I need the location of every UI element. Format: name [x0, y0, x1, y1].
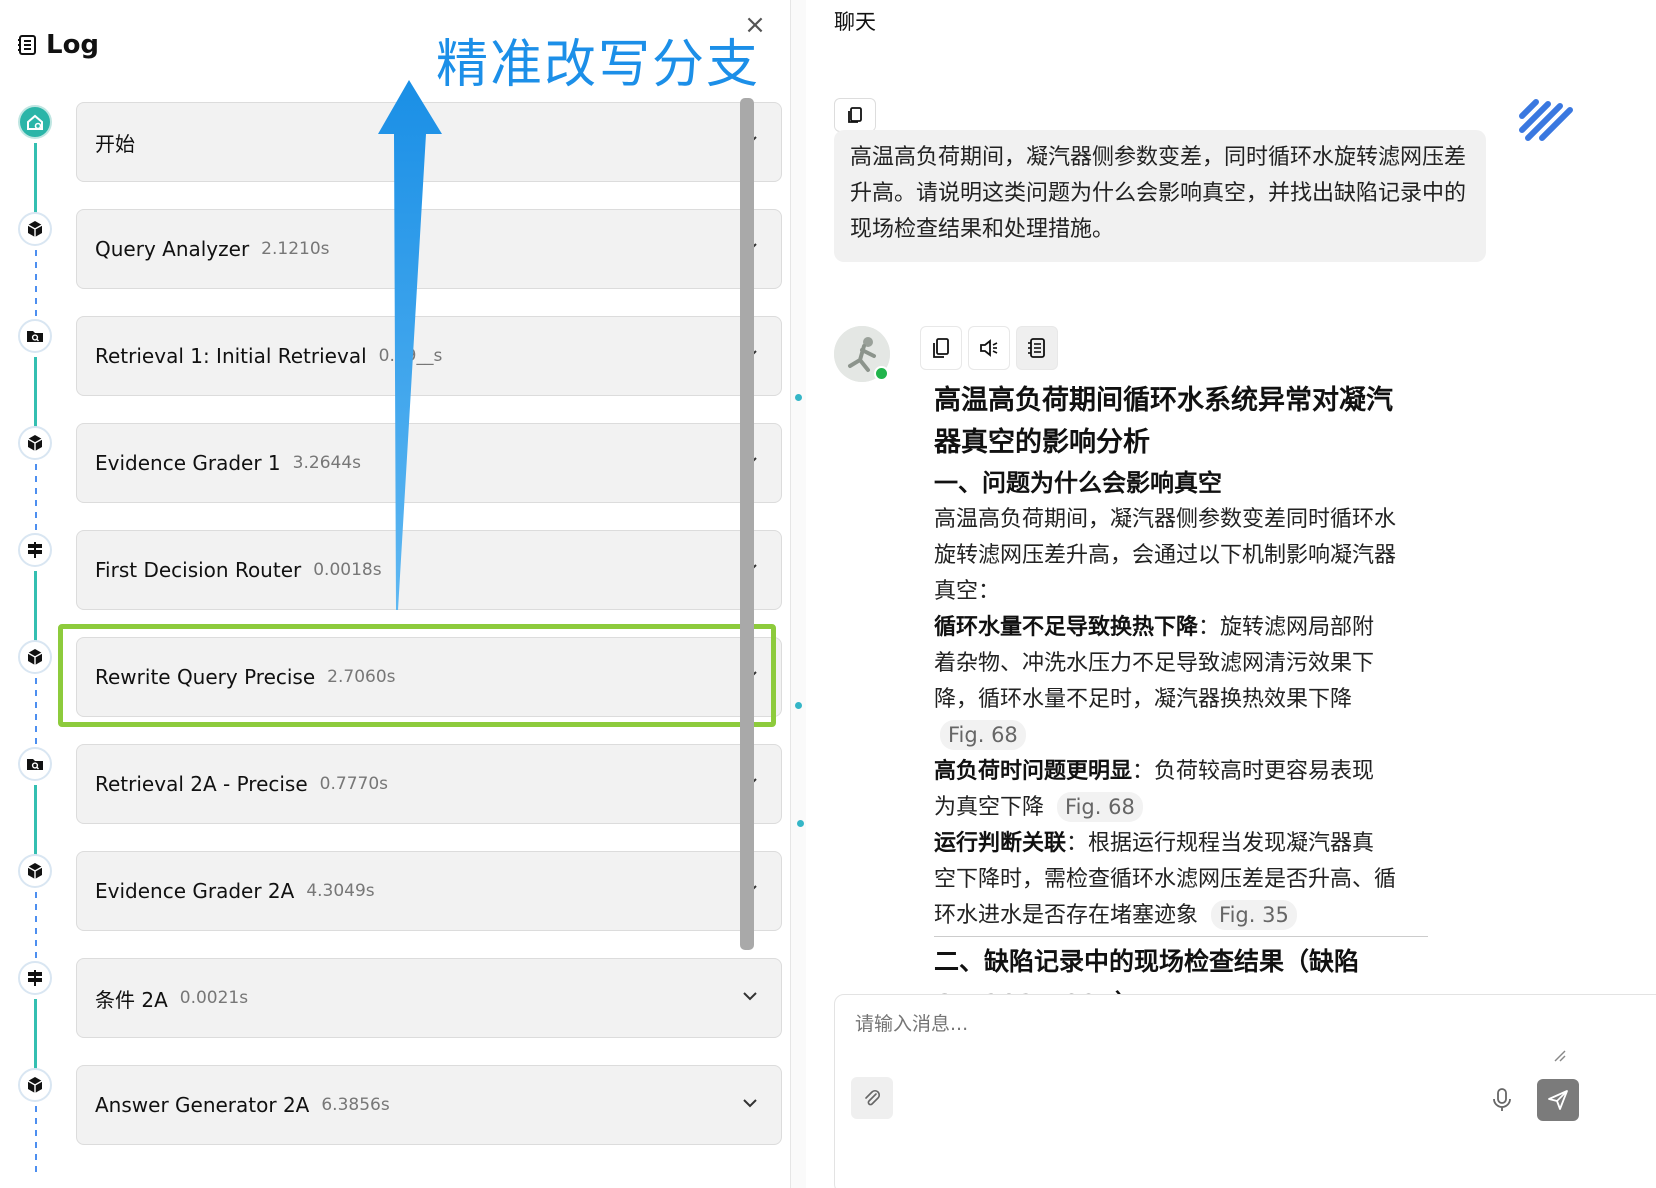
step-label: Answer Generator 2A	[95, 1093, 310, 1117]
annotation-label: 精准改写分支	[436, 35, 761, 95]
log-scrollbar[interactable]	[740, 98, 754, 950]
assistant-answer: 高温高负荷期间循环水系统异常对凝汽器真空的影响分析 一、问题为什么会影响真空 高…	[934, 380, 1428, 1025]
step-time: 0.0018s	[313, 560, 382, 580]
arrow-up-icon	[378, 80, 442, 610]
log-step: Retrieval 2A - Precise 0.7770s	[0, 742, 782, 855]
chat-title: 聊天	[834, 10, 876, 34]
timeline-connector	[35, 892, 37, 962]
step-time: 0.7770s	[319, 774, 388, 794]
answer-title: 高温高负荷期间循环水系统异常对凝汽器真空的影响分析	[934, 385, 1393, 458]
step-label: Evidence Grader 1	[95, 451, 281, 475]
step-label: 开始	[95, 131, 135, 156]
bullet-title: 高负荷时问题更明显	[934, 759, 1133, 784]
answer-section-heading: 一、问题为什么会影响真空	[934, 469, 1222, 497]
log-button[interactable]	[1016, 326, 1058, 370]
step-time: 3.2644s	[292, 453, 361, 473]
step-card[interactable]: Retrieval 2A - Precise 0.7770s	[76, 744, 782, 824]
cube-icon	[18, 640, 52, 674]
online-status-dot	[874, 366, 889, 381]
timeline-connector	[34, 999, 37, 1069]
speaker-icon	[980, 339, 998, 357]
chevron-down-icon[interactable]	[741, 1094, 759, 1112]
send-icon	[1548, 1090, 1568, 1110]
app-root: Log × 精准改写分支 开始 Query Analyzer 2.1210s R…	[0, 0, 1656, 1188]
copy-button[interactable]	[920, 326, 962, 370]
cube-icon	[18, 1068, 52, 1102]
user-message: 高温高负荷期间，凝汽器侧参数变差，同时循环水旋转滤网压差升高。请说明这类问题为什…	[834, 130, 1486, 262]
log-step: Answer Generator 2A 6.3856s	[0, 1063, 782, 1176]
answer-bullet: 高负荷时问题更明显：负荷较高时更容易表现为真空下降 Fig. 68	[934, 754, 1396, 826]
log-icon	[1028, 338, 1045, 358]
divider-dot	[795, 394, 802, 401]
log-icon	[18, 34, 38, 56]
step-label: Query Analyzer	[95, 237, 250, 261]
signpost-icon	[18, 961, 52, 995]
step-label: First Decision Router	[95, 558, 302, 582]
cube-icon	[18, 854, 52, 888]
figure-reference[interactable]: Fig. 68	[1057, 792, 1143, 822]
log-step: 条件 2A 0.0021s	[0, 956, 782, 1069]
answer-bullet: 运行判断关联：根据运行规程当发现凝汽器真空下降时，需检查循环水滤网压差是否升高、…	[934, 826, 1396, 934]
step-label: 条件 2A	[95, 987, 168, 1012]
step-time: 2.1210s	[261, 239, 330, 259]
timeline-connector	[35, 678, 37, 748]
log-step: Evidence Grader 2A 4.3049s	[0, 849, 782, 962]
microphone-icon	[1493, 1088, 1511, 1111]
timeline-connector	[35, 250, 37, 320]
copy-icon	[848, 107, 862, 123]
bullet-title: 循环水量不足导致换热下降	[934, 615, 1199, 640]
timeline-connector	[34, 571, 37, 641]
home-icon	[18, 105, 52, 139]
bullet-title: 运行判断关联	[934, 831, 1067, 856]
log-step: Rewrite Query Precise 2.7060s	[0, 635, 782, 748]
step-time: 2.7060s	[327, 667, 396, 687]
message-composer	[834, 994, 1656, 1188]
folder-search-icon	[18, 319, 52, 353]
message-toolbar	[920, 326, 1058, 370]
log-panel: Log × 精准改写分支 开始 Query Analyzer 2.1210s R…	[0, 0, 792, 1188]
log-title: Log	[46, 30, 100, 60]
step-label: Retrieval 1: Initial Retrieval	[95, 344, 367, 368]
panel-divider	[790, 0, 806, 1188]
stripes-icon	[1519, 99, 1573, 141]
timeline-connector	[34, 143, 37, 213]
voice-input-button[interactable]	[1487, 1085, 1517, 1115]
step-time: 6.3856s	[321, 1095, 390, 1115]
copy-button[interactable]	[834, 98, 876, 132]
timeline-connector	[34, 357, 37, 427]
step-label: Retrieval 2A - Precise	[95, 772, 308, 796]
cube-icon	[18, 426, 52, 460]
paperclip-icon	[865, 1089, 881, 1106]
step-card[interactable]: Evidence Grader 2A 4.3049s	[76, 851, 782, 931]
timeline-connector	[35, 1106, 37, 1176]
resize-handle-icon[interactable]	[1551, 1047, 1567, 1063]
figure-reference[interactable]: Fig. 68	[940, 720, 1026, 750]
answer-bullet: 循环水量不足导致换热下降：旋转滤网局部附着杂物、冲洗水压力不足导致滤网清污效果下…	[934, 610, 1396, 754]
answer-divider	[934, 936, 1428, 937]
timeline-connector	[34, 785, 37, 855]
speak-button[interactable]	[968, 326, 1010, 370]
copy-icon	[933, 338, 949, 358]
step-time: 4.3049s	[306, 881, 375, 901]
chat-panel: 聊天 高温高负荷期间，凝汽器侧参数变差，同时循环水旋转滤网压差升高。请说明这类问…	[806, 0, 1656, 1188]
attach-button[interactable]	[851, 1077, 893, 1119]
step-label: Evidence Grader 2A	[95, 879, 295, 903]
send-button[interactable]	[1537, 1079, 1579, 1121]
timeline-connector	[35, 464, 37, 534]
step-card[interactable]: Answer Generator 2A 6.3856s	[76, 1065, 782, 1145]
message-input[interactable]	[855, 1013, 1475, 1035]
figure-reference[interactable]: Fig. 35	[1211, 900, 1297, 930]
step-card[interactable]: Rewrite Query Precise 2.7060s	[76, 637, 782, 717]
log-header: Log	[18, 30, 99, 60]
divider-dot	[797, 820, 804, 827]
step-label: Rewrite Query Precise	[95, 665, 316, 689]
answer-paragraph: 高温高负荷期间，凝汽器侧参数变差同时循环水旋转滤网压差升高，会通过以下机制影响凝…	[934, 507, 1397, 604]
divider-dot	[795, 702, 802, 709]
chevron-down-icon[interactable]	[741, 987, 759, 1005]
folder-search-icon	[18, 747, 52, 781]
step-card[interactable]: 条件 2A 0.0021s	[76, 958, 782, 1038]
cube-icon	[18, 212, 52, 246]
signpost-icon	[18, 533, 52, 567]
step-time: 0.0021s	[179, 988, 249, 1008]
